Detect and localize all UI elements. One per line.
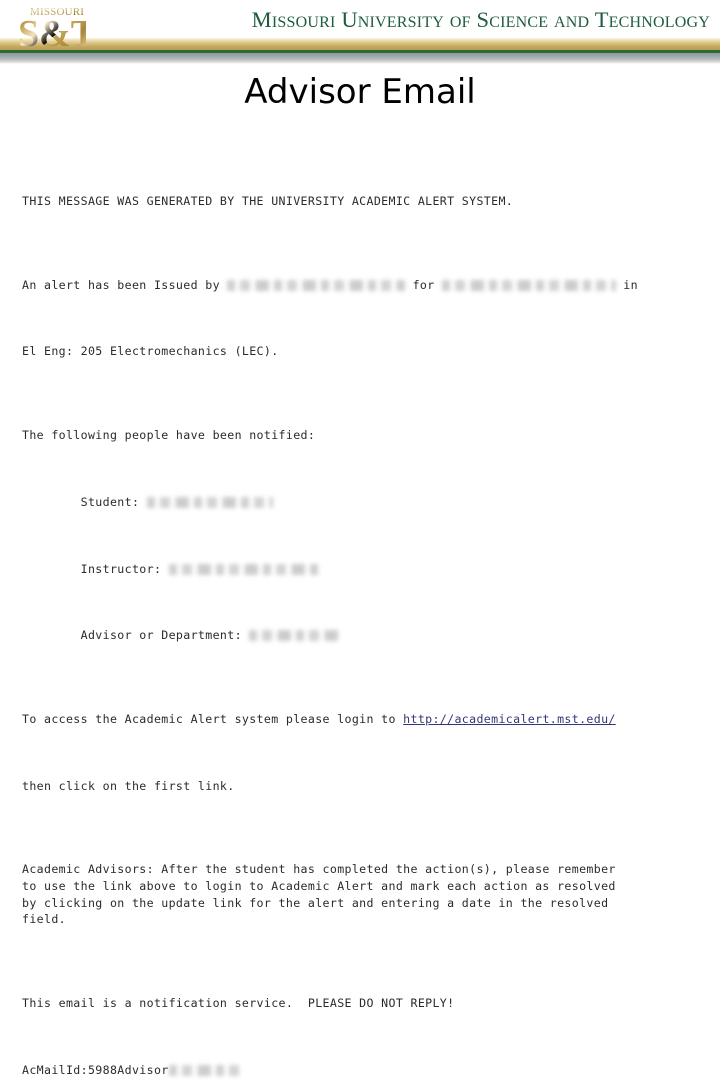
redacted-student-value <box>146 496 273 508</box>
do-not-reply-line: This email is a notification service. PL… <box>22 995 455 1010</box>
advisor-label: Advisor or Department: <box>22 628 250 643</box>
banner-gold-stripe <box>0 38 720 50</box>
mail-id-text: AcMailId:5988Advisor <box>22 1062 169 1077</box>
access-instructions-line: To access the Academic Alert system plea… <box>22 711 702 728</box>
access-line-prefix: To access the Academic Alert system plea… <box>22 711 404 726</box>
student-label: Student: <box>22 494 147 509</box>
redacted-student-name <box>441 279 616 291</box>
banner-gray-stripe <box>0 53 720 64</box>
academic-advisors-paragraph: Academic Advisors: After the student has… <box>22 862 616 927</box>
site-banner: MISSOURI S&T Missouri University of Scie… <box>0 0 720 64</box>
alert-line-suffix: in <box>615 277 638 292</box>
svg-text:S&T: S&T <box>18 13 86 55</box>
course-line: El Eng: 205 Electromechanics (LEC). <box>22 344 279 359</box>
notified-instructor-row: Instructor: <box>22 561 702 578</box>
redacted-mail-id-suffix <box>168 1064 241 1076</box>
generated-notice-line: THIS MESSAGE WAS GENERATED BY THE UNIVER… <box>22 194 514 209</box>
alert-issued-line: An alert has been Issued by for in <box>22 277 702 294</box>
mail-id-line: AcMailId:5988Advisor <box>22 1062 702 1079</box>
alert-line-prefix: An alert has been Issued by <box>22 277 228 292</box>
redacted-instructor-name <box>227 279 406 291</box>
email-message-body: THIS MESSAGE WAS GENERATED BY THE UNIVER… <box>22 143 702 1080</box>
access-instructions-second-line: then click on the first link. <box>22 778 235 793</box>
notified-heading: The following people have been notified: <box>22 427 316 442</box>
missouri-st-logo: MISSOURI S&T <box>8 2 86 60</box>
alert-line-middle: for <box>405 277 442 292</box>
redacted-instructor-value <box>168 563 322 575</box>
instructor-label: Instructor: <box>22 561 169 576</box>
notified-student-row: Student: <box>22 494 702 511</box>
page-title: Advisor Email <box>244 72 476 112</box>
notified-advisor-row: Advisor or Department: <box>22 627 702 644</box>
redacted-advisor-value <box>249 630 342 642</box>
university-name: Missouri University of Science and Techn… <box>251 7 710 32</box>
academic-alert-link[interactable]: http://academicalert.mst.edu/ <box>403 712 616 726</box>
